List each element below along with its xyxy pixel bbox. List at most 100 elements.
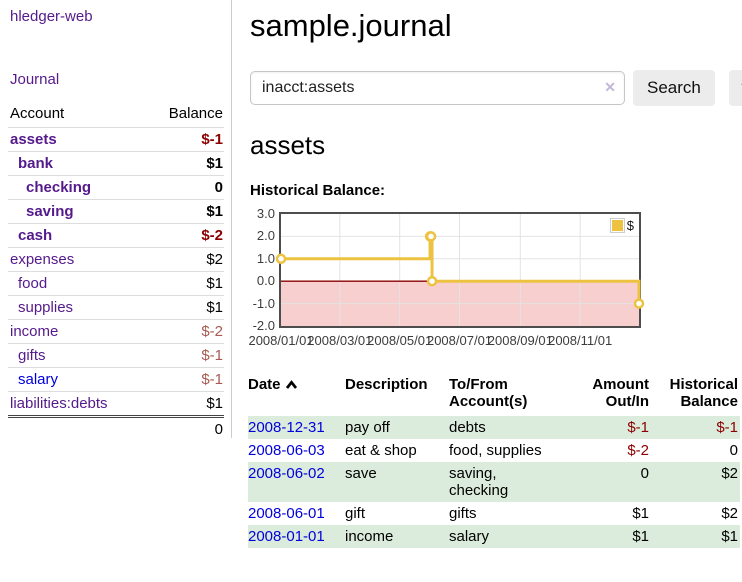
account-balance: $2 bbox=[145, 248, 224, 272]
account-row: checking 0 bbox=[8, 176, 224, 200]
account-row: assets $-1 bbox=[8, 128, 224, 152]
account-link-salary[interactable]: salary bbox=[18, 371, 58, 388]
register-row[interactable]: 2008-06-02savesaving, checking0$2 bbox=[248, 462, 740, 502]
account-row: gifts $-1 bbox=[8, 344, 224, 368]
transaction-date-link[interactable]: 2008-06-02 bbox=[248, 465, 325, 482]
account-row: cash$-2 bbox=[8, 224, 224, 248]
accounts-total-value: 0 bbox=[145, 417, 224, 442]
account-balance: 0 bbox=[145, 176, 224, 200]
main-content: sample.journal ✕ Search ? assets Histori… bbox=[248, 0, 742, 548]
accounts-header-balance: Balance bbox=[145, 102, 224, 128]
account-row: salary$-1 bbox=[8, 368, 224, 392]
account-row: income $-2 bbox=[8, 320, 224, 344]
transaction-balance: $-1 bbox=[651, 416, 740, 439]
transaction-amount: 0 bbox=[568, 462, 651, 502]
account-link-bank[interactable]: bank bbox=[18, 155, 53, 172]
sidebar: hledger-web Journal Account Balance asse… bbox=[0, 0, 232, 438]
search-button[interactable]: Search bbox=[633, 70, 715, 106]
transaction-description: gift bbox=[345, 502, 449, 525]
account-link-food[interactable]: food bbox=[18, 275, 47, 292]
register-header-balance: Historical Balance bbox=[651, 374, 740, 416]
x-axis-tick-label: 2008/01/01 bbox=[248, 333, 313, 348]
y-axis-tick-label: 2.0 bbox=[248, 228, 275, 243]
register-row[interactable]: 2008-06-01 giftgifts$1$2 bbox=[248, 502, 740, 525]
accounts-total-row: 0 bbox=[8, 417, 224, 442]
legend-swatch bbox=[610, 218, 625, 233]
x-axis-tick-label: 2008/05/01 bbox=[367, 333, 432, 348]
transaction-accounts: debts bbox=[449, 416, 568, 439]
clear-search-icon[interactable]: ✕ bbox=[604, 79, 616, 96]
account-balance: $1 bbox=[145, 392, 224, 417]
transaction-date-link[interactable]: 2008-06-01 bbox=[248, 505, 325, 522]
register-row[interactable]: 2008-06-03 eat & shopfood, supplies$-20 bbox=[248, 439, 740, 462]
transaction-accounts: salary bbox=[449, 525, 568, 548]
transaction-amount: $1 bbox=[568, 525, 651, 548]
transaction-description: income bbox=[345, 525, 449, 548]
account-link-gifts[interactable]: gifts bbox=[18, 347, 46, 364]
account-balance: $1 bbox=[145, 152, 224, 176]
page-title: sample.journal bbox=[250, 8, 742, 44]
transaction-amount: $1 bbox=[568, 502, 651, 525]
chart-plot-area: $ bbox=[279, 212, 641, 328]
chart-legend: $ bbox=[610, 218, 634, 233]
data-point-2008-06-02 bbox=[427, 232, 435, 240]
account-link-assets[interactable]: assets bbox=[10, 131, 57, 148]
help-button[interactable]: ? bbox=[729, 70, 742, 106]
transaction-date-link[interactable]: 2008-01-01 bbox=[248, 528, 325, 545]
x-axis-tick-label: 2008/11/01 bbox=[548, 333, 612, 348]
chart-series bbox=[281, 214, 639, 326]
transaction-balance: $2 bbox=[651, 462, 740, 502]
account-link-expenses[interactable]: expenses bbox=[10, 251, 74, 268]
transaction-balance: 0 bbox=[651, 439, 740, 462]
transaction-description: eat & shop bbox=[345, 439, 449, 462]
transaction-amount: $-1 bbox=[568, 416, 651, 439]
y-axis-tick-label: -1.0 bbox=[248, 296, 275, 311]
y-axis-tick-label: -2.0 bbox=[248, 318, 275, 333]
balance-chart: $ 3.02.01.00.0-1.0-2.02008/01/012008/03/… bbox=[248, 209, 742, 357]
account-link-liabilities-debts[interactable]: liabilities:debts bbox=[10, 395, 108, 412]
account-link-supplies[interactable]: supplies bbox=[18, 299, 73, 316]
transaction-accounts: gifts bbox=[449, 502, 568, 525]
account-balance: $1 bbox=[145, 200, 224, 224]
sort-ascending-icon bbox=[285, 380, 298, 390]
x-axis-tick-label: 2008/07/01 bbox=[427, 333, 492, 348]
x-axis-tick-label: 2008/09/01 bbox=[488, 333, 553, 348]
account-balance: $-1 bbox=[145, 344, 224, 368]
register-header-accounts: To/From Account(s) bbox=[449, 374, 568, 416]
register-row[interactable]: 2008-12-31pay offdebts$-1$-1 bbox=[248, 416, 740, 439]
register-row[interactable]: 2008-01-01incomesalary$1$1 bbox=[248, 525, 740, 548]
date-header-label: Date bbox=[248, 376, 281, 393]
transaction-accounts: food, supplies bbox=[449, 439, 568, 462]
transaction-date-link[interactable]: 2008-06-03 bbox=[248, 442, 325, 459]
sidebar-item-journal[interactable]: Journal bbox=[10, 71, 59, 88]
register-header-date[interactable]: Date bbox=[248, 374, 345, 416]
app-title-link[interactable]: hledger-web bbox=[10, 8, 93, 25]
account-link-checking[interactable]: checking bbox=[26, 179, 91, 196]
search-input[interactable] bbox=[250, 71, 625, 105]
account-link-income[interactable]: income bbox=[10, 323, 58, 340]
x-axis-tick-label: 2008/03/01 bbox=[307, 333, 372, 348]
account-row: liabilities:debts $1 bbox=[8, 392, 224, 417]
account-row: bank $1 bbox=[8, 152, 224, 176]
account-balance: $-2 bbox=[145, 320, 224, 344]
account-link-cash[interactable]: cash bbox=[18, 227, 52, 244]
account-link-saving[interactable]: saving bbox=[26, 203, 74, 220]
data-point-2008-12-31 bbox=[635, 300, 643, 308]
transaction-balance: $2 bbox=[651, 502, 740, 525]
data-point-2008-01-01 bbox=[277, 255, 285, 263]
search-form: ✕ Search ? bbox=[250, 70, 742, 106]
y-axis-tick-label: 0.0 bbox=[248, 273, 275, 288]
legend-label: $ bbox=[627, 218, 634, 233]
transaction-date-link[interactable]: 2008-12-31 bbox=[248, 419, 325, 436]
account-heading: assets bbox=[250, 130, 742, 161]
account-balance: $1 bbox=[145, 296, 224, 320]
register-header-amount: Amount Out/In bbox=[568, 374, 651, 416]
account-row: expenses $2 bbox=[8, 248, 224, 272]
transaction-description: save bbox=[345, 462, 449, 502]
transaction-amount: $-2 bbox=[568, 439, 651, 462]
chart-title: Historical Balance: bbox=[250, 182, 742, 199]
account-balance: $-1 bbox=[145, 128, 224, 152]
accounts-header-account: Account bbox=[8, 102, 145, 128]
transaction-balance: $1 bbox=[651, 525, 740, 548]
register-header-description: Description bbox=[345, 374, 449, 416]
